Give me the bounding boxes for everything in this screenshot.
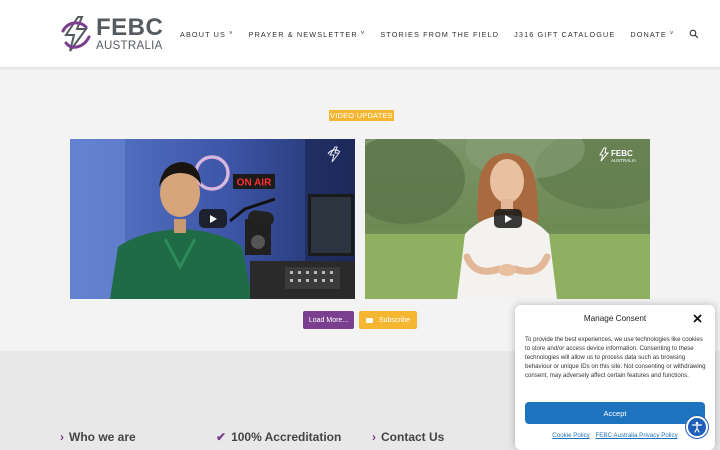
chevron-right-icon: › — [372, 430, 376, 444]
febc-logo-icon — [61, 16, 91, 52]
play-button[interactable] — [198, 209, 227, 228]
nav-label: STORIES FROM THE FIELD — [380, 29, 500, 39]
chevron-down-icon: ˅ — [360, 31, 366, 37]
nav-item-about-us[interactable]: ABOUT US ˅ — [180, 30, 234, 39]
logo-text: FEBC AUSTRALIA — [96, 13, 164, 53]
main-nav: ABOUT US ˅ PRAYER & NEWSLETTER ˅ STORIES… — [180, 28, 699, 40]
nav-label: J316 GIFT CATALOGUE — [514, 29, 616, 39]
footer-link-accreditation[interactable]: ✔ 100% Accreditation — [216, 430, 341, 444]
chevron-right-icon: › — [60, 430, 64, 444]
video-thumbnail-2[interactable]: FEBC AUSTRALIA — [365, 139, 650, 299]
video-thumbnail-1[interactable]: ON AIR — [70, 139, 355, 299]
logo-title: FEBC — [96, 13, 164, 41]
search-icon[interactable] — [689, 29, 699, 39]
consent-title: Manage Consent — [583, 314, 647, 323]
mail-icon — [365, 317, 373, 323]
accept-button[interactable]: Accept — [525, 402, 705, 424]
play-icon — [210, 214, 217, 223]
accessibility-icon — [691, 421, 703, 433]
footer-link-who-we-are[interactable]: › Who we are — [60, 430, 136, 444]
nav-label: DONATE — [630, 29, 667, 39]
cookie-policy-link[interactable]: Cookie Policy — [552, 432, 590, 439]
close-icon[interactable] — [692, 313, 703, 324]
logo-subtitle: AUSTRALIA — [96, 39, 163, 52]
svg-text:FEBC: FEBC — [611, 149, 633, 158]
subscribe-label: Subscribe — [378, 316, 411, 324]
privacy-policy-link[interactable]: FEBC Australia Privacy Policy — [596, 432, 678, 439]
nav-item-donate[interactable]: DONATE ˅ — [630, 30, 674, 39]
consent-body-text: To provide the best experiences, we use … — [525, 336, 706, 380]
subscribe-button[interactable]: Subscribe — [359, 311, 417, 329]
accessibility-button[interactable] — [686, 416, 708, 438]
consent-dialog: Manage Consent To provide the best exper… — [515, 305, 715, 450]
chevron-down-icon: ˅ — [228, 31, 234, 37]
svg-text:ON AIR: ON AIR — [237, 178, 272, 189]
nav-item-prayer-newsletter[interactable]: PRAYER & NEWSLETTER ˅ — [249, 30, 366, 39]
check-icon: ✔ — [216, 430, 227, 444]
footer-link-label: 100% Accreditation — [231, 430, 342, 444]
site-header: FEBC AUSTRALIA ABOUT US ˅ PRAYER & NEWSL… — [0, 0, 720, 67]
footer-link-label: Contact Us — [381, 430, 445, 444]
consent-links: Cookie Policy FEBC Australia Privacy Pol… — [515, 432, 715, 439]
play-button[interactable] — [493, 209, 522, 228]
footer-link-contact-us[interactable]: › Contact Us — [372, 430, 444, 444]
chevron-down-icon: ˅ — [669, 31, 675, 37]
nav-item-gift-catalogue[interactable]: J316 GIFT CATALOGUE — [514, 30, 615, 39]
nav-label: PRAYER & NEWSLETTER — [248, 29, 358, 39]
svg-text:AUSTRALIA: AUSTRALIA — [611, 158, 636, 163]
footer-link-label: Who we are — [69, 430, 136, 444]
nav-label: ABOUT US — [180, 29, 226, 39]
section-label: VIDEO UPDATES — [329, 110, 394, 121]
play-icon — [505, 214, 512, 223]
load-more-button[interactable]: Load More... — [303, 311, 354, 329]
logo[interactable]: FEBC AUSTRALIA — [60, 14, 170, 54]
nav-item-stories[interactable]: STORIES FROM THE FIELD — [380, 30, 499, 39]
